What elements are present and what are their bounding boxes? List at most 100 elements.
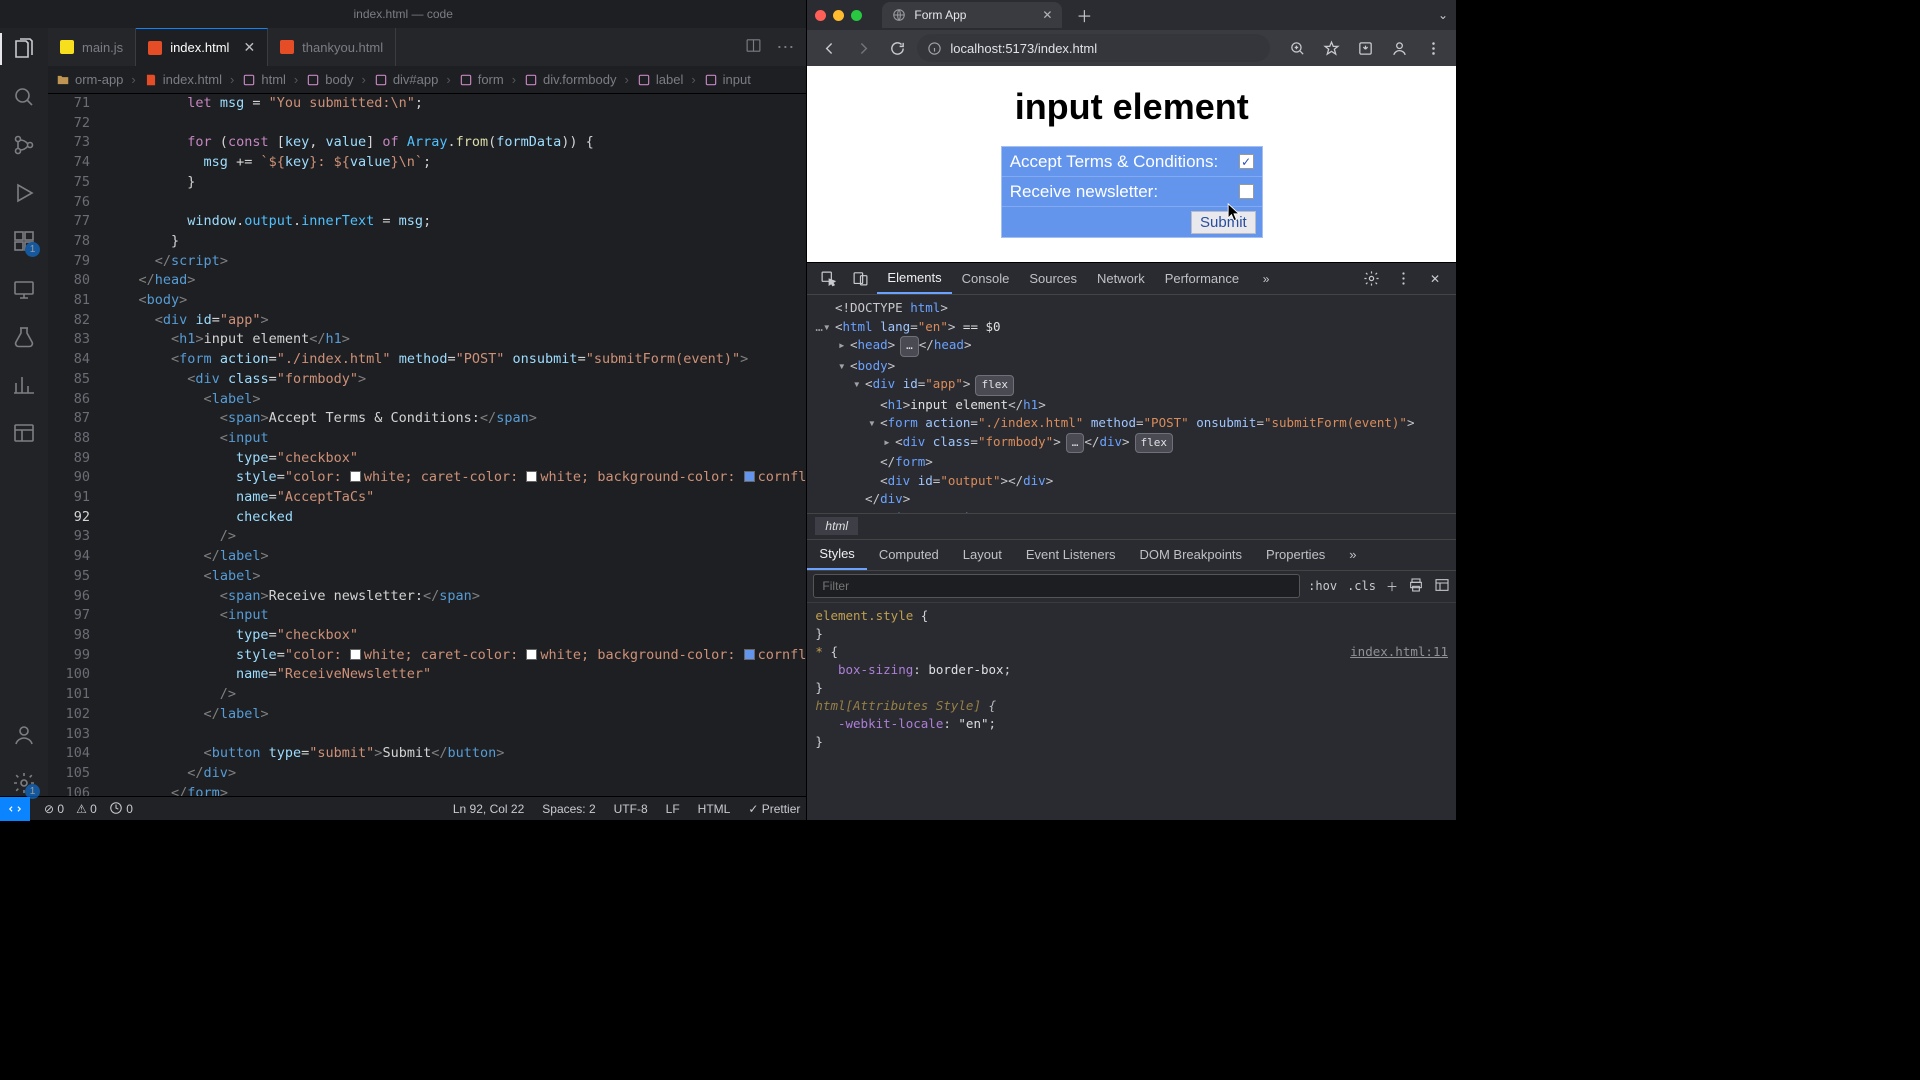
breadcrumb-item[interactable]: div.formbody (524, 72, 616, 87)
split-editor-icon[interactable] (745, 37, 762, 57)
menu-icon[interactable] (1418, 34, 1448, 62)
styles-subtab[interactable]: Properties (1254, 540, 1337, 570)
breadcrumb-item[interactable]: label (637, 72, 683, 87)
panels-icon[interactable] (11, 420, 37, 446)
browser-tab[interactable]: Form App ✕ (882, 2, 1062, 28)
breadcrumb-item[interactable]: orm-app (56, 72, 123, 87)
bookmark-icon[interactable] (1316, 34, 1346, 62)
graph-icon[interactable] (11, 372, 37, 398)
devtools-tab[interactable]: Network (1087, 263, 1155, 294)
devtools-tab[interactable]: Console (952, 263, 1020, 294)
profile-icon[interactable] (1384, 34, 1414, 62)
tab-overflow-icon[interactable]: ⌄ (1438, 8, 1448, 22)
cls-toggle[interactable]: .cls (1347, 579, 1376, 593)
remote-indicator[interactable] (0, 797, 30, 821)
tab-close-icon[interactable]: ✕ (1042, 8, 1052, 22)
devtools-menu-icon[interactable] (1388, 263, 1418, 294)
styles-body[interactable]: element.style {}* {index.html:11 box-siz… (807, 603, 1456, 821)
styles-subtab[interactable]: Layout (951, 540, 1014, 570)
path-chip-html[interactable]: html (815, 517, 858, 535)
newsletter-checkbox[interactable] (1239, 184, 1254, 199)
device-toggle-icon[interactable] (845, 263, 875, 294)
url-text: localhost:5173/index.html (950, 41, 1097, 56)
styles-filter-input[interactable] (813, 574, 1300, 598)
inspect-element-icon[interactable] (813, 263, 843, 294)
status-ports[interactable]: 0 (109, 801, 133, 816)
devtools-close-icon[interactable]: ✕ (1420, 263, 1450, 294)
breadcrumb-path[interactable]: html (807, 513, 1456, 539)
install-icon[interactable] (1350, 34, 1380, 62)
run-debug-icon[interactable] (11, 180, 37, 206)
browser-toolbar: localhost:5173/index.html (807, 30, 1456, 66)
globe-icon (892, 8, 906, 22)
styles-subtab[interactable]: DOM Breakpoints (1127, 540, 1254, 570)
account-icon[interactable] (11, 722, 37, 748)
devtools-tab[interactable]: Elements (877, 263, 951, 294)
extensions-badge: 1 (25, 242, 40, 257)
editor-tab[interactable]: main.js (48, 28, 136, 66)
tab-close-icon[interactable]: ✕ (243, 39, 255, 56)
styles-more-tabs-icon[interactable]: » (1337, 540, 1368, 570)
testing-icon[interactable] (11, 324, 37, 350)
breadcrumb-item[interactable]: form (459, 72, 504, 87)
zoom-icon[interactable] (1282, 34, 1312, 62)
editor-tab[interactable]: thankyou.html (268, 28, 396, 66)
styles-subtab[interactable]: Event Listeners (1014, 540, 1128, 570)
new-style-icon[interactable]: ＋ (1386, 578, 1398, 595)
status-item[interactable]: ✓ Prettier (748, 802, 800, 816)
settings-gear-icon[interactable]: 1 (11, 770, 37, 796)
breadcrumb-item[interactable]: input (704, 72, 751, 87)
back-button[interactable] (815, 34, 843, 62)
status-item[interactable]: UTF-8 (614, 802, 648, 816)
terms-checkbox[interactable]: ✓ (1239, 154, 1254, 169)
breadcrumb-item[interactable]: body (306, 72, 353, 87)
settings-badge: 1 (25, 784, 40, 799)
editor-tab[interactable]: index.html✕ (136, 28, 268, 66)
styles-toolbar: :hov .cls ＋ (807, 571, 1456, 603)
submit-button[interactable]: Submit (1191, 211, 1256, 234)
explorer-icon[interactable] (11, 36, 37, 62)
more-icon[interactable]: ⋯ (776, 37, 794, 58)
status-bar: ⊘ 0 ⚠ 0 0 Ln 92, Col 22 Spaces: 2 UTF-8 LF H… (0, 796, 806, 820)
status-item[interactable]: Ln 92, Col 22 (453, 802, 524, 816)
devtools-tab[interactable]: Sources (1019, 263, 1087, 294)
file-icon (280, 40, 294, 54)
breadcrumb-item[interactable]: div#app (374, 72, 439, 87)
forward-button[interactable] (849, 34, 877, 62)
status-warnings[interactable]: ⚠ 0 (76, 802, 97, 816)
styles-subtab[interactable]: Styles (807, 540, 866, 570)
hov-toggle[interactable]: :hov (1308, 579, 1337, 593)
code-editor[interactable]: 71 let msg = "You submitted:\n";7273 for… (48, 94, 806, 796)
site-info-icon[interactable] (927, 41, 942, 56)
breadcrumb-item[interactable]: html (242, 72, 286, 87)
page-heading: input element (1015, 86, 1249, 128)
editor-actions: ⋯ (733, 28, 806, 66)
search-icon[interactable] (11, 84, 37, 110)
devtools-settings-icon[interactable] (1356, 263, 1386, 294)
status-item[interactable]: HTML (698, 802, 731, 816)
submit-row: Submit (1002, 207, 1262, 237)
form-row-terms[interactable]: Accept Terms & Conditions: ✓ (1002, 147, 1262, 177)
new-tab-button[interactable]: ＋ (1070, 3, 1098, 27)
url-bar[interactable]: localhost:5173/index.html (917, 34, 1270, 62)
styles-subtab[interactable]: Computed (867, 540, 951, 570)
breadcrumb[interactable]: orm-app›index.html›html›body›div#app›for… (48, 66, 806, 94)
reload-button[interactable] (883, 34, 911, 62)
tab-label: main.js (82, 40, 123, 55)
print-icon[interactable] (1408, 577, 1424, 596)
elements-tree[interactable]: <!DOCTYPE html>…▾<html lang="en"> == $0 … (807, 295, 1456, 513)
devtools-more-tabs-icon[interactable]: » (1251, 263, 1281, 294)
status-item[interactable]: Spaces: 2 (542, 802, 595, 816)
devtools-tab[interactable]: Performance (1155, 263, 1249, 294)
status-item[interactable]: LF (666, 802, 680, 816)
activity-bar: 1 1 (0, 28, 48, 796)
source-control-icon[interactable] (11, 132, 37, 158)
form-row-newsletter[interactable]: Receive newsletter: (1002, 177, 1262, 207)
styles-tab-strip: StylesComputedLayoutEvent ListenersDOM B… (807, 539, 1456, 571)
window-controls[interactable] (815, 10, 862, 21)
remote-explorer-icon[interactable] (11, 276, 37, 302)
extensions-icon[interactable]: 1 (11, 228, 37, 254)
breadcrumb-item[interactable]: index.html (144, 72, 222, 87)
computed-panel-icon[interactable] (1434, 577, 1450, 596)
status-errors[interactable]: ⊘ 0 (44, 802, 64, 816)
